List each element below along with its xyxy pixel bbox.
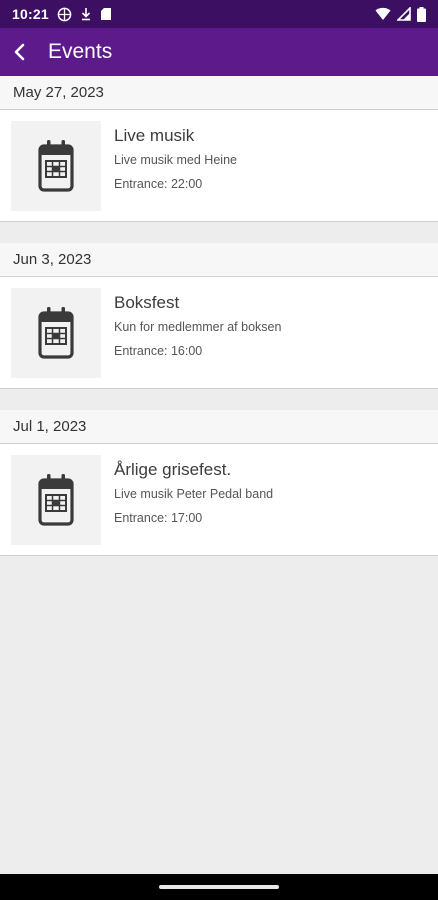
home-gesture-handle[interactable] [159, 885, 279, 889]
calendar-icon [38, 474, 74, 526]
section-divider [0, 222, 438, 243]
section-date-header: May 27, 2023 [0, 76, 438, 110]
wifi-icon [375, 7, 391, 20]
event-section: May 27, 2023 Live musik Live musik med H… [0, 76, 438, 222]
event-list-item[interactable]: Boksfest Kun for medlemmer af boksen Ent… [0, 277, 438, 389]
event-description: Kun for medlemmer af boksen [114, 320, 282, 334]
event-entrance: Entrance: 16:00 [114, 344, 203, 358]
status-time: 10:21 [12, 6, 49, 22]
event-title: Live musik [114, 126, 195, 145]
event-list-item[interactable]: Live musik Live musik med Heine Entrance… [0, 110, 438, 222]
event-description: Live musik Peter Pedal band [114, 487, 274, 501]
system-navigation-bar [0, 874, 438, 900]
back-arrow-icon [14, 43, 25, 61]
event-entrance: Entrance: 22:00 [114, 177, 203, 191]
section-divider [0, 389, 438, 410]
event-list-item[interactable]: Årlige grisefest. Live musik Peter Pedal… [0, 444, 438, 556]
section-date-header: Jul 1, 2023 [0, 410, 438, 444]
sd-card-icon [100, 8, 111, 20]
event-thumbnail [11, 288, 101, 378]
section-date-header: Jun 3, 2023 [0, 243, 438, 277]
event-thumbnail [11, 455, 101, 545]
events-list: May 27, 2023 Live musik Live musik med H… [0, 76, 438, 556]
status-bar: 10:21 [0, 0, 438, 28]
app-bar: Events [0, 28, 438, 76]
event-title: Årlige grisefest. [114, 460, 232, 479]
event-section: Jul 1, 2023 Årlige grisefest. Live musik… [0, 410, 438, 556]
signal-icon [397, 7, 411, 21]
battery-icon [417, 6, 426, 22]
calendar-icon [38, 307, 74, 359]
vpn-globe-icon [57, 7, 72, 21]
event-section: Jun 3, 2023 Boksfest Kun for medlemmer a… [0, 243, 438, 389]
event-description: Live musik med Heine [114, 153, 237, 167]
event-title: Boksfest [114, 293, 180, 312]
event-entrance: Entrance: 17:00 [114, 511, 203, 525]
page-title: Events [48, 40, 113, 63]
back-button[interactable] [0, 28, 38, 76]
event-thumbnail [11, 121, 101, 211]
calendar-icon [38, 140, 74, 192]
download-icon [81, 8, 90, 21]
